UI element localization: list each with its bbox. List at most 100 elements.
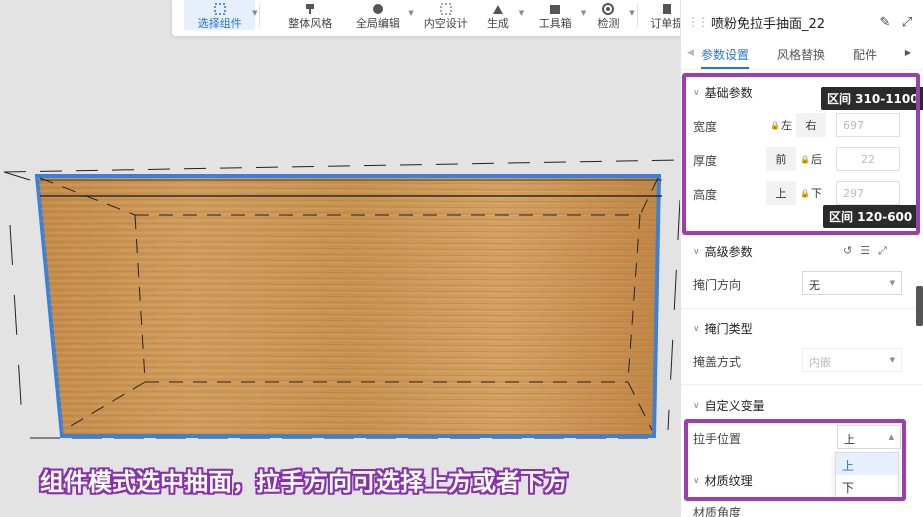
toolbar-label: 生成 bbox=[486, 17, 509, 30]
caret-down-icon: ▼ bbox=[408, 9, 414, 17]
width-anchor-right[interactable]: 右 bbox=[796, 113, 826, 137]
door-type-title: 掩门类型 bbox=[704, 322, 753, 336]
select-value: 内嵌 bbox=[809, 356, 831, 369]
global-edit-icon bbox=[372, 4, 383, 14]
thickness-anchor-front[interactable]: 前 bbox=[766, 147, 796, 171]
cover-mode-select[interactable]: 内嵌 ▼ bbox=[802, 348, 902, 372]
height-anchor-toggle[interactable]: 上 🔒 下 bbox=[766, 181, 826, 205]
material-header[interactable]: ∨ 材质纹理 bbox=[693, 472, 753, 489]
width-anchor-left[interactable]: 🔒 左 bbox=[766, 113, 796, 137]
seg-label: 左 bbox=[780, 119, 792, 132]
cover-mode-label: 掩盖方式 bbox=[693, 355, 742, 369]
basic-params-header[interactable]: ∨ 基础参数 bbox=[693, 84, 753, 101]
width-anchor-toggle[interactable]: 🔒 左 右 bbox=[766, 113, 826, 137]
toolbox-button[interactable]: 工具箱 ▼ bbox=[526, 0, 586, 30]
edit-icon[interactable]: ✎ bbox=[877, 14, 893, 30]
door-type-header[interactable]: ∨ 掩门类型 bbox=[693, 320, 753, 337]
chevron-down-icon: ▼ bbox=[889, 356, 895, 364]
thickness-input[interactable]: 22 bbox=[836, 147, 900, 171]
handle-position-dropdown: 上 下 bbox=[835, 452, 899, 498]
fullscreen-icon[interactable]: ⤢ bbox=[878, 244, 887, 258]
chevron-down-icon: ▼ bbox=[889, 279, 895, 287]
section-divider bbox=[681, 232, 923, 233]
custom-vars-title: 自定义变量 bbox=[704, 399, 765, 413]
select-component-icon bbox=[213, 3, 226, 15]
lock-icon: 🔒 bbox=[800, 154, 810, 164]
advanced-params-title: 高级参数 bbox=[704, 245, 753, 259]
width-input[interactable]: 697 bbox=[836, 113, 900, 137]
expand-icon[interactable]: ⤢ bbox=[899, 14, 915, 30]
thickness-anchor-back[interactable]: 🔒 后 bbox=[796, 147, 826, 171]
reset-icon[interactable]: ↺ bbox=[843, 244, 852, 258]
toolbar-label: 订单提 bbox=[650, 17, 684, 30]
handle-position-select[interactable]: 上 ▲ bbox=[837, 425, 901, 449]
tab-next-icon[interactable]: ▶ bbox=[905, 48, 911, 57]
toolbox-icon bbox=[550, 5, 561, 14]
select-value: 上 bbox=[844, 433, 855, 446]
toolbar-label: 工具箱 bbox=[538, 17, 572, 30]
global-edit-button[interactable]: 全局编辑 ▼ bbox=[344, 0, 414, 30]
chevron-down-icon: ∨ bbox=[693, 400, 700, 411]
tab-accessories[interactable]: 配件 bbox=[853, 44, 877, 69]
generate-icon bbox=[492, 5, 503, 14]
handle-option-top[interactable]: 上 bbox=[836, 453, 898, 475]
seg-label: 后 bbox=[810, 153, 822, 166]
basic-params-title: 基础参数 bbox=[704, 86, 753, 100]
chevron-down-icon: ∨ bbox=[693, 87, 700, 98]
tab-params[interactable]: 参数设置 bbox=[701, 44, 750, 69]
material-title: 材质纹理 bbox=[704, 474, 753, 488]
chevron-down-icon: ∨ bbox=[693, 323, 700, 334]
caption-text: 组件模式选中抽面，拉手方向可选择上方或者下方 bbox=[40, 468, 568, 496]
advanced-params-header[interactable]: ∨ 高级参数 bbox=[693, 243, 753, 260]
caret-down-icon: ▼ bbox=[518, 9, 525, 17]
section-divider bbox=[681, 384, 923, 385]
material-angle-label: 材质角度 bbox=[693, 506, 742, 517]
caret-down-icon: ▼ bbox=[629, 9, 635, 17]
inner-space-button[interactable]: 内空设计 bbox=[418, 0, 474, 30]
custom-vars-header[interactable]: ∨ 自定义变量 bbox=[693, 397, 765, 414]
toolbar-label: 检测 bbox=[597, 17, 620, 30]
chevron-down-icon: ∨ bbox=[693, 475, 700, 486]
lock-icon: 🔒 bbox=[800, 188, 810, 198]
width-label: 宽度 bbox=[693, 120, 718, 134]
toolbar-label: 全局编辑 bbox=[355, 17, 400, 30]
toolbar-label: 整体风格 bbox=[288, 17, 333, 30]
panel-title: 喷粉免拉手抽面_22 bbox=[711, 16, 826, 32]
order-icon bbox=[662, 4, 671, 14]
section-divider bbox=[681, 308, 923, 309]
tab-prev-icon[interactable]: ◀ bbox=[687, 44, 701, 58]
generate-button[interactable]: 生成 ▼ bbox=[474, 0, 525, 30]
advanced-actions: ↺ ☰ ⤢ bbox=[843, 244, 887, 258]
property-panel: ⋮⋮ 喷粉免拉手抽面_22 ✎ ⤢ ◀ 参数设置 风格替换 配件 ▶ ∨ 基础参… bbox=[680, 0, 923, 517]
drag-handle-icon[interactable]: ⋮⋮ bbox=[687, 15, 709, 29]
chevron-down-icon: ∨ bbox=[693, 246, 700, 257]
main-toolbar: 选择组件 ▼ 整体风格 全局编辑 ▼ 内空设计 生成 ▼ 工具箱 ▼ 检测 ▼ … bbox=[172, 0, 692, 36]
height-anchor-bottom[interactable]: 🔒 下 bbox=[796, 181, 826, 205]
thickness-anchor-toggle[interactable]: 前 🔒 后 bbox=[766, 147, 826, 171]
door-direction-select[interactable]: 无 ▼ bbox=[802, 271, 902, 295]
select-component-button[interactable]: 选择组件 ▼ bbox=[184, 0, 257, 30]
style-button[interactable]: 整体风格 bbox=[276, 0, 344, 30]
height-anchor-top[interactable]: 上 bbox=[766, 181, 796, 205]
select-value: 无 bbox=[809, 279, 820, 292]
sort-icon[interactable]: ☰ bbox=[860, 244, 870, 258]
door-direction-label: 掩门方向 bbox=[693, 278, 742, 292]
detect-button[interactable]: 检测 ▼ bbox=[584, 0, 635, 30]
toolbar-divider bbox=[259, 3, 261, 27]
lock-icon: 🔒 bbox=[770, 120, 780, 130]
inner-space-icon bbox=[440, 3, 452, 15]
panel-tabs: ◀ 参数设置 风格替换 配件 ▶ bbox=[681, 44, 923, 70]
handle-option-bottom[interactable]: 下 bbox=[836, 475, 898, 497]
height-input[interactable]: 297 bbox=[836, 181, 900, 205]
thickness-label: 厚度 bbox=[693, 154, 718, 168]
seg-label: 下 bbox=[810, 187, 822, 200]
toolbar-divider bbox=[636, 3, 638, 27]
tab-style-replace[interactable]: 风格替换 bbox=[777, 44, 825, 69]
height-range-tooltip: 区间 120-600 bbox=[823, 205, 919, 228]
toolbar-label: 内空设计 bbox=[423, 17, 468, 30]
width-range-tooltip: 区间 310-1100 bbox=[821, 87, 923, 110]
handle-position-label: 拉手位置 bbox=[693, 432, 742, 446]
scrollbar-thumb[interactable] bbox=[916, 286, 923, 326]
chevron-up-icon: ▲ bbox=[888, 433, 894, 441]
panel-header: ⋮⋮ 喷粉免拉手抽面_22 ✎ ⤢ bbox=[681, 0, 923, 44]
